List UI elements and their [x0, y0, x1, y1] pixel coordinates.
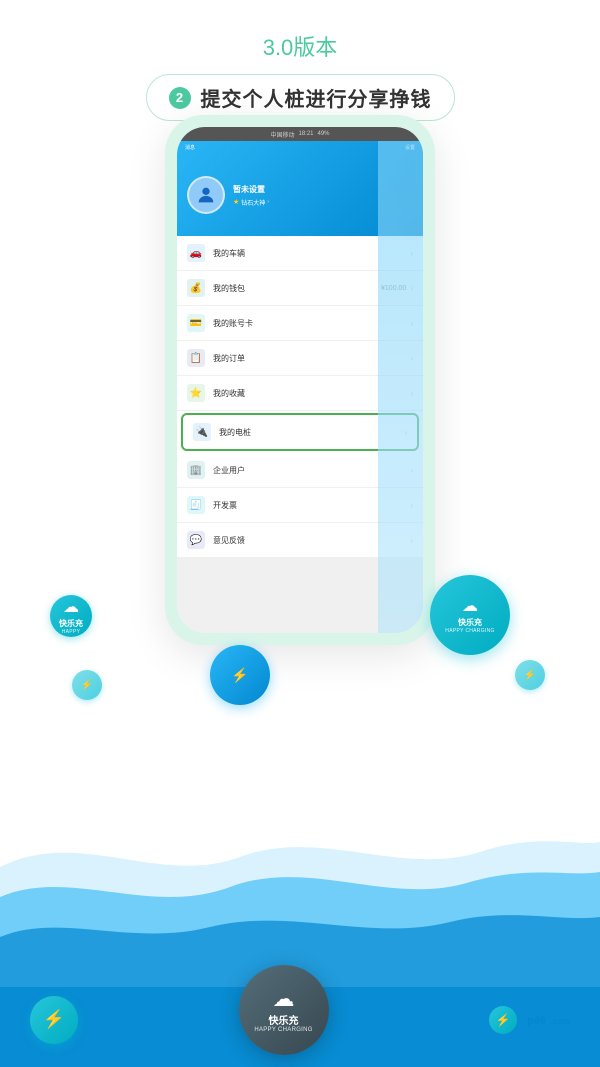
phone-inner: 中国移动 18:21 49% 消息 设置	[177, 127, 423, 633]
phone-status-bar: 中国移动 18:21 49%	[177, 127, 423, 141]
center-logo-sub: HAPPY CHARGING	[254, 1027, 312, 1033]
phone-profile-info: 暂未设置 ★ 钻石大神 ›	[233, 184, 269, 207]
hc-text-main-left: 快乐充	[59, 618, 83, 629]
time-text: 18:21	[298, 131, 313, 137]
profile-name: 暂未设置	[233, 184, 269, 195]
bottom-bar: ⚡ ☁ 快乐充 HAPPY CHARGING ⚡ pé6 .com	[0, 972, 600, 1067]
pca6-domain: .com	[550, 1016, 570, 1026]
phone-side-panel	[378, 141, 423, 633]
bubble-lightning-small-right: ⚡	[515, 660, 545, 690]
hc-cloud-icon-right: ☁	[462, 596, 478, 616]
battery-text: 49%	[318, 131, 330, 137]
bubble-happy-charging-right: ☁ 快乐充 HAPPY CHARGING	[430, 575, 510, 655]
badge-arrow: ›	[267, 199, 269, 205]
center-logo-main: 快乐充	[269, 1012, 299, 1027]
badge-label: 钻石大神	[241, 198, 265, 207]
phone-outer: 中国移动 18:21 49% 消息 设置	[165, 115, 435, 645]
charging-pile-label: 我的电桩	[219, 427, 404, 438]
bottom-center-logo[interactable]: ☁ 快乐充 HAPPY CHARGING	[239, 965, 329, 1055]
badge-star-icon: ★	[233, 198, 239, 206]
hc-text-sub-left: HAPPY	[62, 629, 80, 635]
center-logo-cloud-icon: ☁	[273, 986, 295, 1012]
bottom-right-area: ⚡ pé6 .com	[489, 1006, 570, 1034]
profile-badge: ★ 钻石大神 ›	[233, 198, 269, 207]
invoice-icon: 🧾	[187, 496, 205, 514]
wallet-icon: 💰	[187, 279, 205, 297]
hc-cloud-icon-left: ☁	[63, 597, 79, 617]
messages-link[interactable]: 消息	[185, 144, 195, 151]
pca6-text: pé6 .com	[527, 1011, 570, 1029]
charging-pile-icon: 🔌	[193, 423, 211, 441]
bubble-happy-charging-left: ☁ 快乐充 HAPPY	[50, 595, 92, 637]
lightning-icon-bottom-left: ⚡	[43, 1009, 65, 1030]
wallet-label: 我的钱包	[213, 283, 381, 294]
carrier-text: 中国移动	[270, 130, 294, 139]
subtitle-box: 2 提交个人桩进行分享挣钱	[146, 74, 455, 121]
lightning-icon-center-left: ⚡	[231, 667, 248, 684]
pca6-brand: pé6	[527, 1015, 546, 1027]
pca6-lightning-symbol: ⚡	[496, 1013, 511, 1027]
bubble-lightning-small-left: ⚡	[72, 670, 102, 700]
subtitle-number: 2	[169, 87, 191, 109]
top-section: 3.0版本 2 提交个人桩进行分享挣钱	[0, 0, 600, 131]
feedback-icon: 💬	[187, 531, 205, 549]
vehicles-icon: 🚗	[187, 244, 205, 262]
phone-mockup: 中国移动 18:21 49% 消息 设置	[165, 115, 435, 645]
avatar	[187, 176, 225, 214]
subtitle-label: 提交个人桩进行分享挣钱	[201, 83, 432, 112]
enterprise-icon: 🏢	[187, 461, 205, 479]
bottom-lightning-left: ⚡	[30, 996, 78, 1044]
lightning-icon-xs-left: ⚡	[81, 680, 93, 691]
orders-icon: 📋	[187, 349, 205, 367]
bubble-lightning-center-left: ⚡	[210, 645, 270, 705]
pca6-lightning-icon: ⚡	[489, 1006, 517, 1034]
hc-text-sub-right: HAPPY CHARGING	[445, 628, 494, 634]
version-text: 3.0版本	[0, 30, 600, 62]
lightning-icon-xs-right: ⚡	[524, 670, 536, 681]
hc-text-main-right: 快乐充	[458, 617, 482, 628]
account-card-icon: 💳	[187, 314, 205, 332]
favorites-icon: ⭐	[187, 384, 205, 402]
